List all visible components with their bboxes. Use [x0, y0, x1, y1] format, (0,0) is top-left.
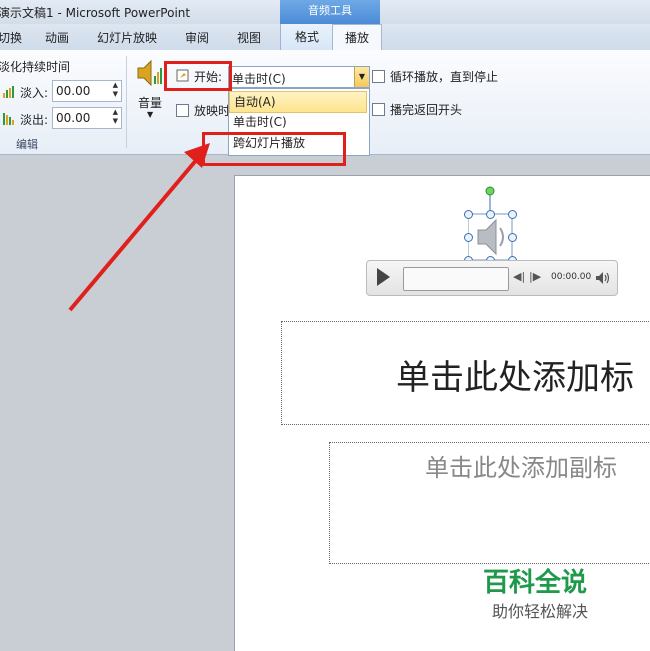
option-on-click[interactable]: 单击时(C): [229, 112, 371, 132]
window-title: 演示文稿1 - Microsoft PowerPoint: [0, 6, 191, 20]
loop-label: 循环播放，直到停止: [390, 70, 499, 84]
watermark-title: 百科全说: [483, 568, 588, 598]
resize-handle[interactable]: [508, 210, 517, 219]
spinner-arrows-icon[interactable]: ▲ ▼: [113, 108, 118, 126]
group-divider: [126, 56, 127, 148]
title-bar: 演示文稿1 - Microsoft PowerPoint 音频工具: [0, 0, 650, 24]
fade-out-icon: [3, 113, 14, 125]
rewind-checkbox[interactable]: [372, 103, 385, 116]
playback-progress-track[interactable]: [403, 267, 509, 291]
fade-in-spinner[interactable]: 00.00 ▲ ▼: [52, 80, 122, 102]
volume-label[interactable]: 音量: [138, 94, 162, 111]
resize-handle[interactable]: [486, 210, 495, 219]
forward-icon[interactable]: |▶: [529, 270, 541, 283]
hide-during-show-label: 放映时: [194, 104, 231, 118]
option-automatic[interactable]: 自动(A): [229, 91, 367, 113]
volume-dropdown-chevron-icon[interactable]: ▼: [147, 110, 153, 119]
rewind-label: 播完返回开头: [390, 103, 463, 117]
tab-format[interactable]: 格式: [280, 24, 333, 50]
audio-player-bar: ◀| |▶ 00:00.00: [366, 260, 618, 296]
audio-tools-context-label: 音频工具: [280, 0, 380, 24]
rewind-icon[interactable]: ◀|: [513, 270, 525, 283]
spinner-arrows-icon[interactable]: ▲ ▼: [113, 81, 118, 99]
title-placeholder-text: 单击此处添加标: [396, 358, 634, 398]
tab-animations[interactable]: 动画: [45, 29, 69, 46]
tab-transitions[interactable]: 切换: [0, 29, 22, 46]
start-combo[interactable]: 单击时(C) ▼: [228, 66, 370, 88]
fade-duration-label: 淡化持续时间: [0, 60, 71, 74]
tab-slideshow[interactable]: 幻灯片放映: [97, 29, 157, 46]
subtitle-placeholder-text: 单击此处添加副标: [425, 454, 617, 482]
player-volume-icon[interactable]: [595, 270, 611, 286]
fade-out-spinner[interactable]: 00.00 ▲ ▼: [52, 107, 122, 129]
audio-object-icon[interactable]: [468, 186, 516, 266]
resize-handle[interactable]: [464, 210, 473, 219]
loop-checkbox[interactable]: [372, 70, 385, 83]
playback-time: 00:00.00: [551, 272, 592, 282]
fade-in-icon: [3, 86, 14, 98]
resize-handle[interactable]: [464, 233, 473, 242]
tab-playback[interactable]: 播放: [332, 24, 382, 52]
annotation-box-play-across-slides: [202, 132, 346, 166]
combo-dropdown-arrow-icon[interactable]: ▼: [354, 67, 369, 87]
edit-group-label: 编辑: [16, 138, 38, 151]
volume-speaker-icon[interactable]: [136, 56, 162, 90]
fade-out-label: 淡出:: [20, 113, 49, 127]
hide-during-show-checkbox[interactable]: [176, 104, 189, 117]
play-icon[interactable]: [377, 268, 390, 286]
resize-handle[interactable]: [508, 233, 517, 242]
ribbon-tabs: 切换 动画 幻灯片放映 审阅 视图 格式 播放: [0, 24, 650, 52]
annotation-box-start: [164, 61, 232, 91]
tab-review[interactable]: 审阅: [185, 29, 209, 46]
fade-in-label: 淡入:: [20, 86, 49, 100]
tab-view[interactable]: 视图: [237, 29, 261, 46]
watermark-subtitle: 助你轻松解决: [492, 602, 589, 621]
